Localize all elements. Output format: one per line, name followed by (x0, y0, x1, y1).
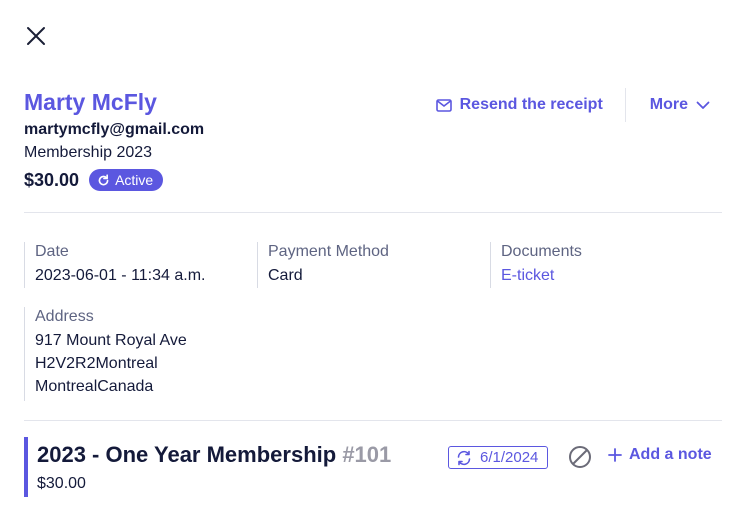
amount-row: $30.00 Active (24, 169, 722, 191)
section-divider (24, 212, 722, 213)
resend-receipt-label: Resend the receipt (459, 96, 603, 113)
total-amount: $30.00 (24, 169, 80, 190)
refresh-icon (98, 173, 109, 185)
add-note-button[interactable]: Add a note (608, 446, 712, 464)
e-ticket-link[interactable]: E-ticket (501, 264, 582, 287)
cancel-button[interactable] (568, 445, 592, 469)
cancel-icon (569, 446, 591, 468)
payment-method-value: Card (268, 267, 303, 284)
address-line-3: MontrealCanada (35, 378, 154, 395)
documents-label: Documents (501, 243, 582, 260)
documents-field: Documents E-ticket (490, 242, 582, 288)
more-label: More (649, 96, 688, 113)
date-value: 2023-06-01 - 11:34 a.m. (35, 267, 206, 284)
item-title: 2023 - One Year Membership (37, 442, 337, 467)
product-name: Membership 2023 (24, 144, 153, 161)
more-menu-button[interactable]: More (626, 96, 722, 114)
resend-receipt-button[interactable]: Resend the receipt (435, 96, 625, 114)
address-label: Address (35, 308, 94, 325)
header-actions: Resend the receipt More (435, 88, 722, 122)
address-line-2: H2V2R2Montreal (35, 355, 158, 372)
customer-email: martymcfly@gmail.com (24, 121, 205, 138)
renewal-date-chip[interactable]: 6/1/2024 (448, 446, 549, 469)
renewal-date: 6/1/2024 (480, 449, 539, 466)
status-badge: Active (89, 169, 164, 191)
close-button[interactable] (24, 24, 48, 48)
mail-icon (435, 98, 452, 112)
section-divider (24, 420, 722, 421)
status-badge-label: Active (115, 172, 154, 188)
date-field: Date 2023-06-01 - 11:34 a.m. (24, 242, 205, 288)
receipt-header: Marty McFly martymcfly@gmail.com Members… (24, 88, 722, 198)
renew-icon (457, 450, 471, 465)
address-line-1: 917 Mount Royal Ave (35, 332, 187, 349)
close-icon (27, 27, 45, 45)
plus-icon (608, 448, 622, 462)
address-field: Address 917 Mount Royal Ave H2V2R2Montre… (24, 307, 187, 401)
date-label: Date (35, 243, 69, 260)
item-number: #101 (342, 442, 392, 467)
item-price: $30.00 (37, 475, 86, 492)
payment-method-field: Payment Method Card (257, 242, 389, 288)
chevron-down-icon (696, 101, 710, 109)
add-note-label: Add a note (629, 446, 712, 463)
payment-method-label: Payment Method (268, 243, 389, 260)
